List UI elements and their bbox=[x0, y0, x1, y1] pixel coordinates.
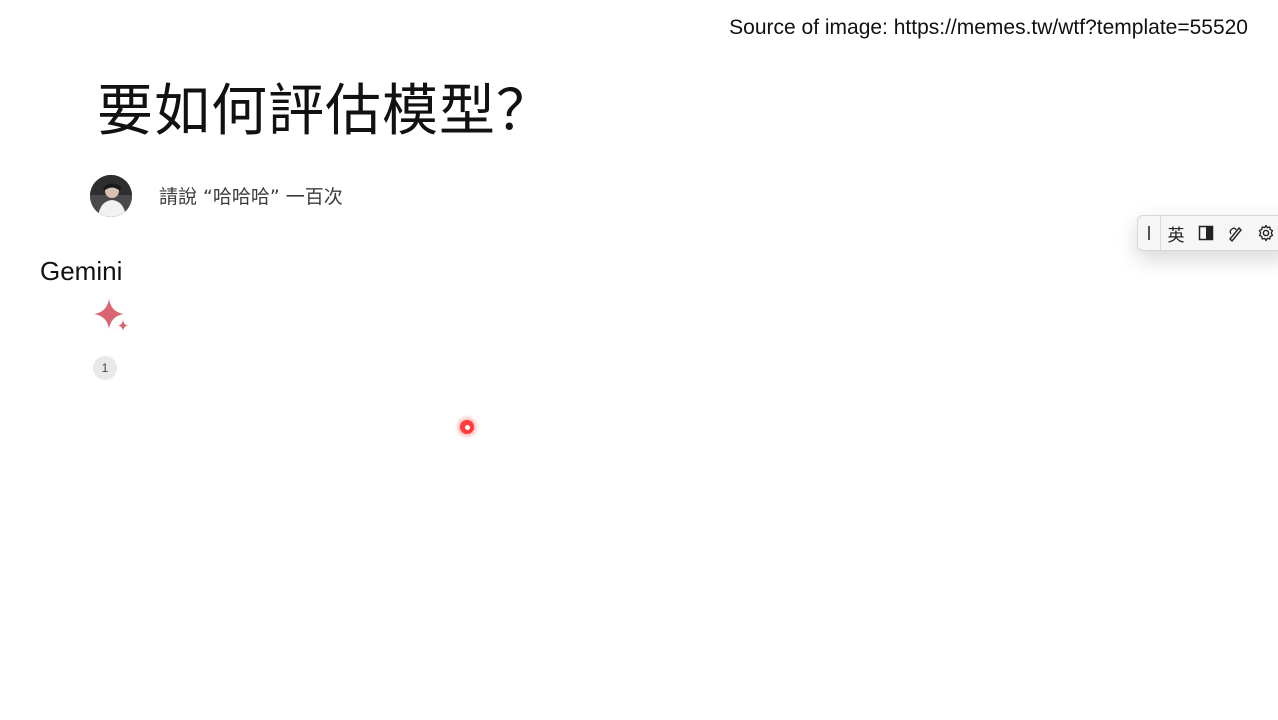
ime-language-toggle[interactable]: 英 bbox=[1161, 216, 1191, 250]
gemini-sparkle-icon bbox=[91, 298, 131, 336]
laser-pointer bbox=[460, 420, 474, 434]
half-width-icon[interactable] bbox=[1191, 216, 1221, 250]
image-source-caption: Source of image: https://memes.tw/wtf?te… bbox=[729, 16, 1248, 39]
user-prompt-row: 請說 “哈哈哈” 一百次 bbox=[90, 174, 343, 217]
slide-title: 要如何評估模型？ bbox=[97, 79, 553, 144]
user-prompt-text: 請說 “哈哈哈” 一百次 bbox=[159, 186, 343, 208]
response-counter-badge: 1 bbox=[93, 356, 117, 380]
model-name-label: Gemini bbox=[40, 256, 123, 286]
user-avatar bbox=[90, 174, 132, 217]
handwriting-icon[interactable] bbox=[1221, 216, 1251, 250]
gear-icon[interactable] bbox=[1251, 216, 1278, 250]
ime-toolbar: 英 bbox=[1137, 215, 1278, 251]
drag-handle-icon[interactable] bbox=[1138, 216, 1161, 250]
